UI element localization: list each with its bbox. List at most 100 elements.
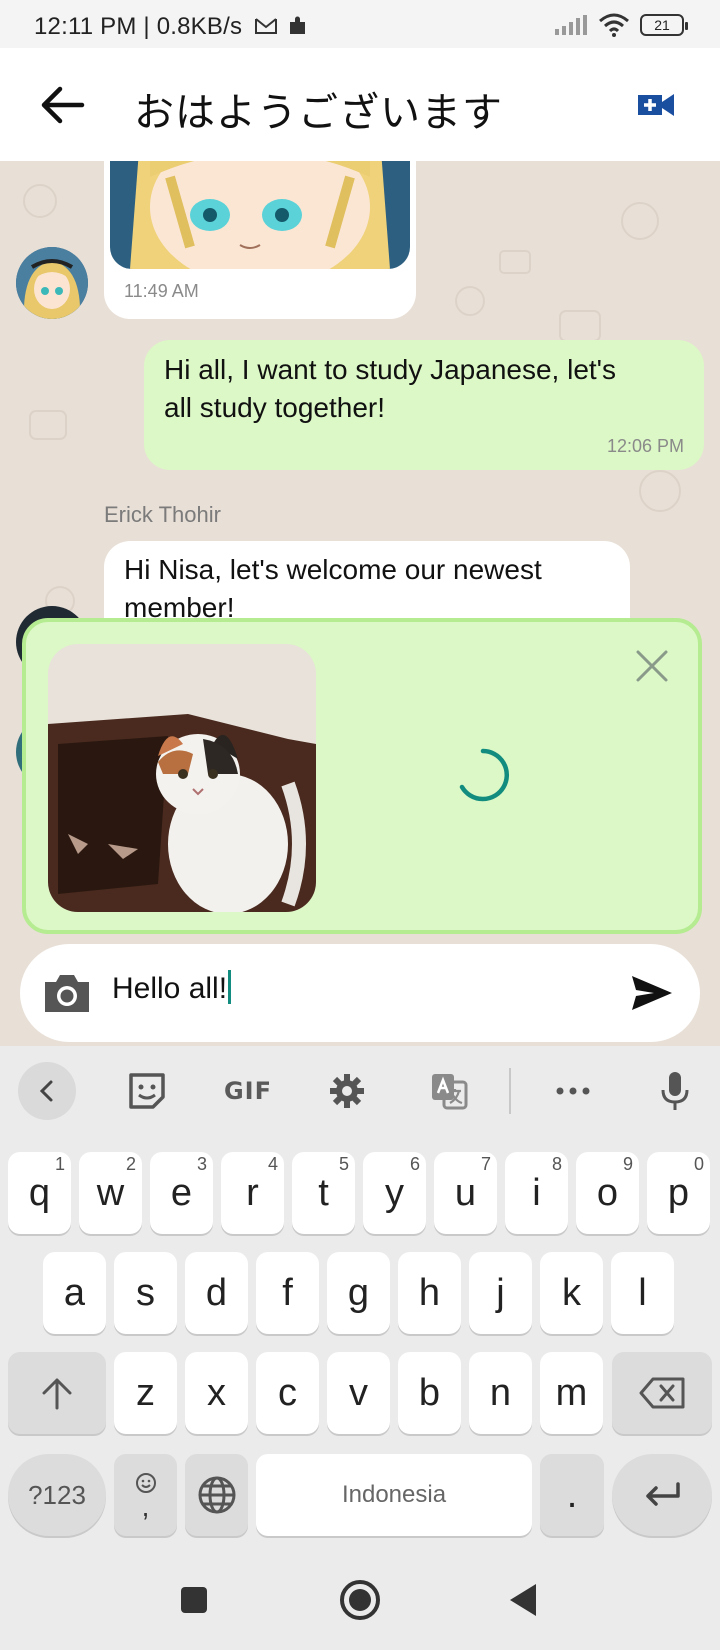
more-horizontal-icon <box>556 1087 590 1095</box>
gif-button[interactable]: GIF <box>218 1062 278 1120</box>
key-d[interactable]: d <box>185 1252 248 1334</box>
shift-key[interactable] <box>8 1352 106 1434</box>
sender-name: Erick Thohir <box>104 502 221 527</box>
sticker-icon <box>129 1073 165 1109</box>
key-t-label: t <box>318 1171 329 1214</box>
home-icon[interactable] <box>338 1578 382 1622</box>
key-x[interactable]: x <box>185 1352 248 1434</box>
key-f[interactable]: f <box>256 1252 319 1334</box>
video-call-icon[interactable] <box>637 91 675 119</box>
key-n-label: n <box>489 1371 512 1414</box>
enter-return-icon <box>646 1482 680 1506</box>
key-i-label: i <box>532 1171 541 1214</box>
chevron-left-icon <box>39 1080 53 1102</box>
key-e[interactable]: e3 <box>150 1152 213 1234</box>
key-n[interactable]: n <box>469 1352 532 1434</box>
key-l[interactable]: l <box>611 1252 674 1334</box>
battery-icon: 21 <box>640 14 688 36</box>
key-g[interactable]: g <box>327 1252 390 1334</box>
system-navigation-bar <box>0 1550 720 1650</box>
symbols-key[interactable]: ?123 <box>8 1454 106 1536</box>
enter-key[interactable] <box>612 1454 712 1536</box>
message-time: 11:49 AM <box>124 281 199 301</box>
keyboard-collapse-button[interactable] <box>18 1062 76 1120</box>
key-z[interactable]: z <box>114 1352 177 1434</box>
message-text-line-1: Hi all, I want to study Japanese, let's <box>164 354 617 385</box>
key-a[interactable]: a <box>43 1252 106 1334</box>
key-o[interactable]: o9 <box>576 1152 639 1234</box>
period-key-label: . <box>566 1473 578 1516</box>
key-v-label: v <box>349 1371 368 1414</box>
outgoing-message-bubble[interactable]: Hi all, I want to study Japanese, let's … <box>144 340 704 470</box>
key-hint-e: 3 <box>196 1154 207 1174</box>
period-key[interactable]: . <box>540 1454 604 1536</box>
key-hint-q: 1 <box>54 1154 65 1174</box>
keyboard-settings-button[interactable] <box>322 1062 372 1120</box>
attachment-thumbnail[interactable] <box>48 644 316 912</box>
camera-icon[interactable] <box>42 972 92 1014</box>
key-s-label: s <box>136 1271 155 1314</box>
chat-title: おはようございます <box>134 90 503 136</box>
backspace-key[interactable] <box>612 1352 712 1434</box>
back-arrow-icon[interactable] <box>38 85 86 125</box>
gmail-icon <box>255 18 277 34</box>
translate-button[interactable] <box>424 1062 474 1120</box>
sticker-button[interactable] <box>122 1062 172 1120</box>
key-k-label: k <box>562 1271 581 1314</box>
key-w[interactable]: w2 <box>79 1152 142 1234</box>
key-q[interactable]: q1 <box>8 1152 71 1234</box>
anime-girl-image <box>110 161 410 269</box>
key-b[interactable]: b <box>398 1352 461 1434</box>
voice-input-button[interactable] <box>650 1062 700 1120</box>
key-hint-w: 2 <box>125 1154 136 1174</box>
anime-avatar-image <box>16 247 88 319</box>
key-s[interactable]: s <box>114 1252 177 1334</box>
globe-icon <box>198 1476 235 1514</box>
key-j-label: j <box>496 1271 505 1314</box>
message-time: 12:06 PM <box>606 436 684 456</box>
incoming-image-bubble[interactable]: 11:49 AM <box>104 161 416 319</box>
message-input[interactable]: Hello all! <box>112 970 232 1006</box>
comma-key[interactable]: , <box>114 1454 177 1536</box>
message-input-text: Hello all! <box>112 972 228 1005</box>
key-c[interactable]: c <box>256 1352 319 1434</box>
attachment-preview-card <box>22 618 702 934</box>
send-icon[interactable] <box>630 974 674 1012</box>
key-j[interactable]: j <box>469 1252 532 1334</box>
language-key[interactable] <box>185 1454 248 1536</box>
message-composer: Hello all! <box>20 944 700 1042</box>
key-y[interactable]: y6 <box>363 1152 426 1234</box>
key-a-label: a <box>63 1271 86 1314</box>
key-u[interactable]: u7 <box>434 1152 497 1234</box>
shift-arrow-icon <box>42 1378 72 1410</box>
key-k[interactable]: k <box>540 1252 603 1334</box>
recent-apps-icon[interactable] <box>172 1578 216 1622</box>
text-caret <box>228 970 232 1004</box>
battery-level: 21 <box>654 17 670 33</box>
close-icon[interactable] <box>634 648 670 684</box>
key-o-label: o <box>596 1171 619 1214</box>
image-message-thumbnail[interactable] <box>110 161 410 269</box>
microphone-icon <box>661 1072 689 1110</box>
key-z-label: z <box>136 1371 155 1414</box>
space-key[interactable]: Indonesia <box>256 1454 532 1536</box>
symbols-key-label: ?123 <box>28 1479 86 1510</box>
key-v[interactable]: v <box>327 1352 390 1434</box>
key-m[interactable]: m <box>540 1352 603 1434</box>
key-p-label: p <box>667 1171 690 1214</box>
key-f-label: f <box>282 1271 293 1314</box>
key-p[interactable]: p0 <box>647 1152 710 1234</box>
puzzle-icon <box>290 16 305 34</box>
more-options-button[interactable] <box>548 1062 598 1120</box>
key-r[interactable]: r4 <box>221 1152 284 1234</box>
space-key-label: Indonesia <box>341 1481 447 1508</box>
key-t[interactable]: t5 <box>292 1152 355 1234</box>
key-i[interactable]: i8 <box>505 1152 568 1234</box>
key-e-label: e <box>170 1171 193 1214</box>
back-triangle-icon[interactable] <box>502 1578 546 1622</box>
key-hint-i: 8 <box>551 1154 562 1174</box>
avatar-sender-1[interactable] <box>16 247 88 319</box>
key-h[interactable]: h <box>398 1252 461 1334</box>
loading-spinner-icon <box>459 748 509 802</box>
key-r-label: r <box>246 1171 259 1214</box>
